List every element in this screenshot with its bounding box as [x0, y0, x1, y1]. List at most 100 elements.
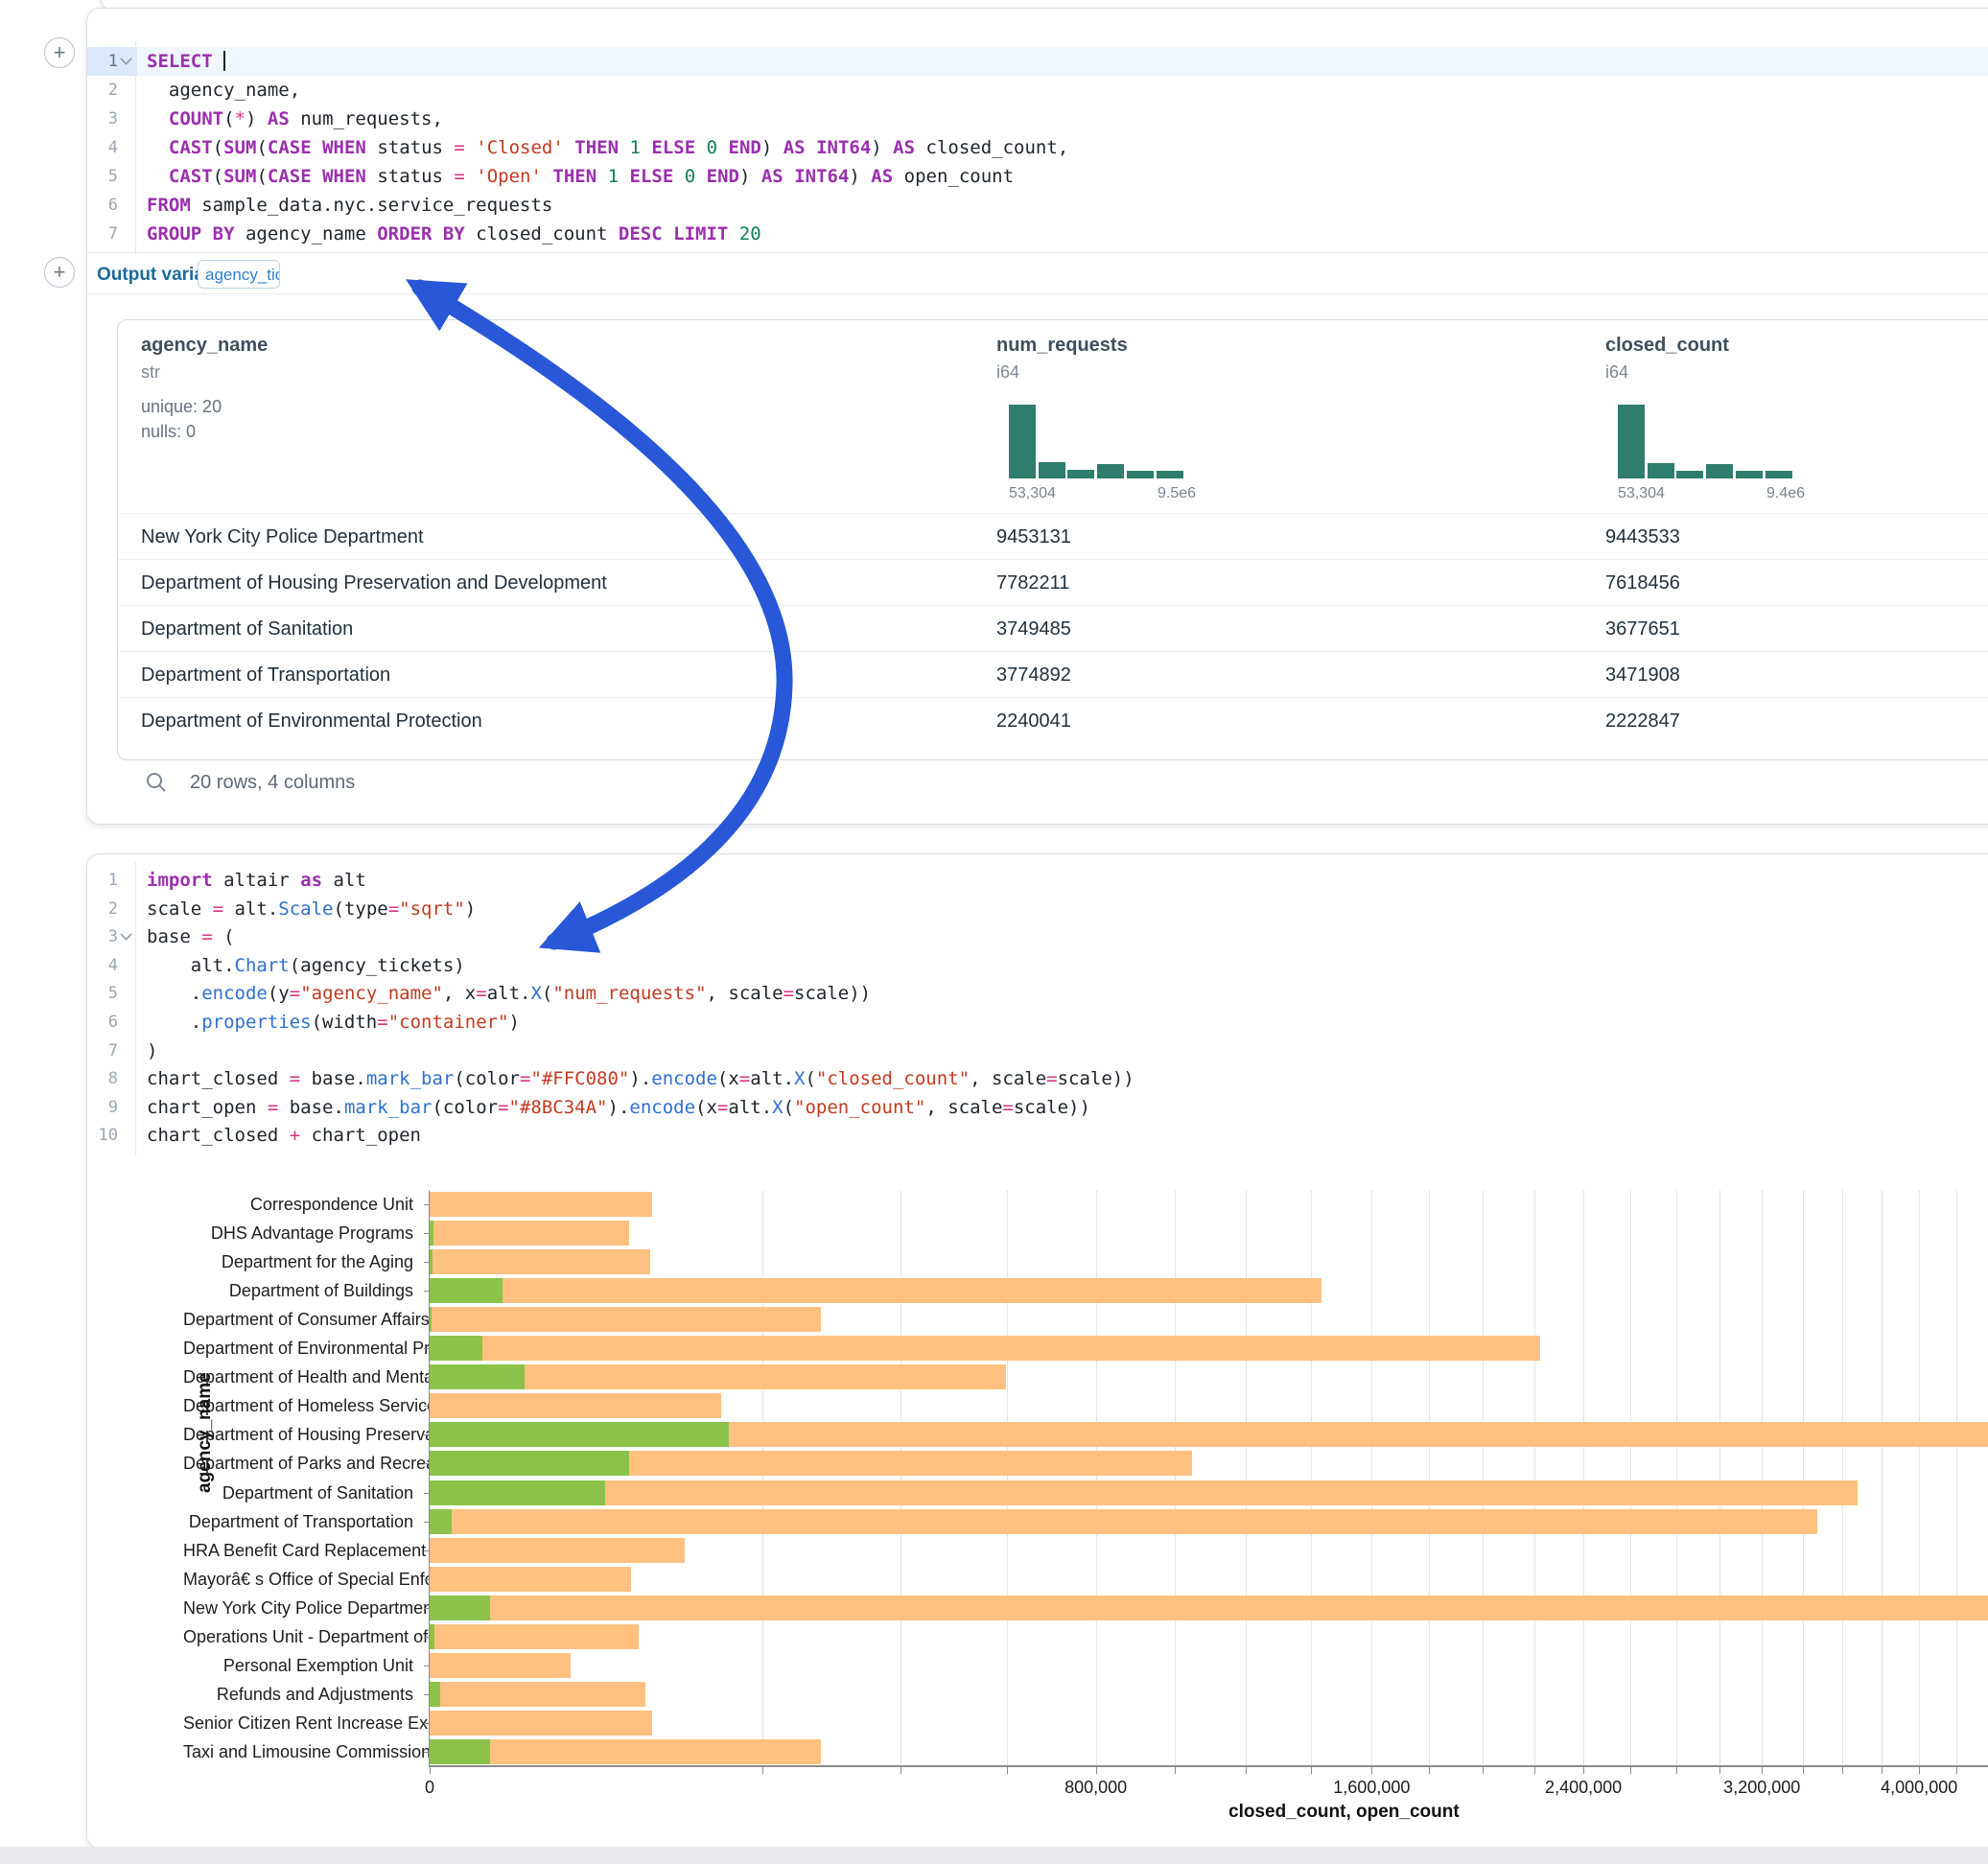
code-line[interactable]: 9chart_open = base.mark_bar(color="#8BC3…: [87, 1093, 1988, 1122]
line-number: 3: [87, 105, 124, 133]
line-number: 10: [87, 1121, 124, 1150]
x-axis-tick: [1956, 1767, 1957, 1774]
code-line[interactable]: 6 FROM sample_data.nyc.service_requests: [87, 191, 1988, 220]
cell-num-requests: 7782211: [996, 560, 1069, 606]
code-line[interactable]: 5 CAST(SUM(CASE WHEN status = 'Open' THE…: [87, 162, 1988, 191]
y-axis-label: Personal Exemption Unit: [183, 1656, 413, 1676]
table-row[interactable]: Department of Sanitation37494853677651: [118, 605, 1988, 652]
code-line[interactable]: 4 alt.Chart(agency_tickets): [87, 951, 1988, 980]
sql-code-editor[interactable]: 1SELECT 2 agency_name,3 COUNT(*) AS num_…: [87, 47, 1988, 248]
code-line[interactable]: 5 .encode(y="agency_name", x=alt.X("num_…: [87, 979, 1988, 1008]
column-type-closed-count: i64: [1605, 362, 1628, 383]
line-number: 4: [87, 951, 124, 980]
bar-closed_count: [430, 1249, 650, 1274]
table-row[interactable]: Department of Housing Preservation and D…: [118, 559, 1988, 606]
code-text: GROUP BY agency_name ORDER BY closed_cou…: [147, 220, 761, 248]
column-header-num-requests[interactable]: num_requests: [996, 335, 1128, 357]
line-number: 7: [87, 1037, 124, 1065]
cell-closed-count: 3471908: [1605, 652, 1680, 698]
line-number: 2: [87, 895, 124, 923]
histogram-num-requests: [1009, 405, 1185, 478]
cell-agency-name: Department of Housing Preservation and D…: [141, 560, 607, 606]
column-header-agency-name[interactable]: agency_name: [141, 335, 268, 357]
y-axis-label: New York City Police Department: [183, 1598, 413, 1619]
chart-plot-area: [430, 1190, 1988, 1766]
cell-num-requests: 3749485: [996, 606, 1071, 652]
cell-num-requests: 9453131: [996, 514, 1071, 560]
code-line[interactable]: 1import altair as alt: [87, 866, 1988, 895]
output-variable-chip[interactable]: agency_tickets: [198, 260, 280, 289]
add-cell-button-top[interactable]: +: [44, 37, 75, 68]
histogram-max-label: 9.5e6: [1158, 485, 1196, 502]
x-axis-tick-label: 3,200,000: [1723, 1778, 1800, 1798]
table-row[interactable]: Department of Transportation377489234719…: [118, 651, 1988, 698]
divider: [87, 252, 1988, 253]
python-code-editor[interactable]: 1import altair as alt2 scale = alt.Scale(…: [87, 866, 1988, 1150]
code-line[interactable]: 4 CAST(SUM(CASE WHEN status = 'Closed' T…: [87, 133, 1988, 162]
line-number: 5: [87, 979, 124, 1008]
code-line[interactable]: 6 .properties(width="container"): [87, 1008, 1988, 1037]
code-text: agency_name,: [147, 76, 300, 105]
y-axis-label: Department of Consumer Affairs: [183, 1310, 413, 1330]
gridline: [1175, 1190, 1176, 1766]
x-axis-tick: [430, 1767, 431, 1774]
code-line[interactable]: 7): [87, 1037, 1988, 1065]
histogram-bar: [1706, 464, 1733, 478]
y-axis-label: DHS Advantage Programs: [183, 1223, 413, 1244]
code-text: scale = alt.Scale(type="sqrt"): [147, 895, 476, 923]
code-line[interactable]: 1SELECT: [87, 47, 1988, 76]
table-row[interactable]: Department of Environmental Protection22…: [118, 697, 1988, 744]
column-header-closed-count[interactable]: closed_count: [1605, 335, 1729, 357]
code-line[interactable]: 3base = (: [87, 922, 1988, 951]
gridline: [1007, 1190, 1008, 1766]
histogram-bar: [1676, 471, 1703, 478]
search-icon[interactable]: [145, 771, 168, 794]
gridline: [1803, 1190, 1804, 1766]
code-line[interactable]: 2 scale = alt.Scale(type="sqrt"): [87, 895, 1988, 923]
bar-open_count: [430, 1480, 605, 1505]
y-axis-label: Department of Transportation: [183, 1512, 413, 1532]
x-axis-domain: [429, 1765, 1988, 1767]
bar-closed_count: [430, 1192, 652, 1217]
line-number: 3: [87, 922, 137, 951]
x-axis-tick: [1429, 1767, 1430, 1774]
y-axis-label: Department of Parks and Recreation: [183, 1454, 413, 1474]
y-axis-label: Department of Housing Preservation …: [183, 1425, 413, 1445]
code-line[interactable]: 8chart_closed = base.mark_bar(color="#FF…: [87, 1064, 1988, 1093]
bar-closed_count: [430, 1336, 1540, 1361]
x-axis-tick-label: 0: [425, 1778, 434, 1798]
table-row[interactable]: New York City Police Department945313194…: [118, 513, 1988, 560]
gridline: [1919, 1190, 1920, 1766]
y-axis-label: Department of Homeless Services: [183, 1396, 413, 1416]
x-axis-tick: [1630, 1767, 1631, 1774]
dataframe-preview: agency_name str unique: 20 nulls: 0 num_…: [117, 319, 1988, 760]
bar-closed_count: [430, 1480, 1858, 1505]
code-line[interactable]: 2 agency_name,: [87, 76, 1988, 105]
code-text: SELECT: [147, 47, 225, 76]
code-text: chart_open = base.mark_bar(color="#8BC34…: [147, 1093, 1090, 1122]
code-text: CAST(SUM(CASE WHEN status = 'Closed' THE…: [147, 133, 1068, 162]
bar-open_count: [430, 1451, 629, 1476]
code-line[interactable]: 10 chart_closed + chart_open: [87, 1121, 1988, 1150]
gridline: [1630, 1190, 1631, 1766]
gridline: [1719, 1190, 1720, 1766]
bar-open_count: [430, 1307, 432, 1332]
histogram-bar: [1736, 471, 1763, 478]
cell-closed-count: 9443533: [1605, 514, 1680, 560]
fold-chevron-icon[interactable]: [120, 928, 131, 940]
line-number: 6: [87, 191, 124, 220]
bar-closed_count: [430, 1278, 1321, 1303]
x-axis-tick-label: 800,000: [1064, 1778, 1127, 1798]
x-axis-tick: [1483, 1767, 1484, 1774]
code-text: FROM sample_data.nyc.service_requests: [147, 191, 552, 220]
code-text: CAST(SUM(CASE WHEN status = 'Open' THEN …: [147, 162, 1014, 191]
code-line[interactable]: 3 COUNT(*) AS num_requests,: [87, 105, 1988, 133]
x-axis-tick: [1175, 1767, 1176, 1774]
fold-chevron-icon[interactable]: [120, 53, 131, 64]
code-text: chart_closed + chart_open: [147, 1121, 421, 1150]
column-meta-nulls: nulls: 0: [141, 422, 196, 442]
cell-num-requests: 3774892: [996, 652, 1071, 698]
x-axis-tick: [1676, 1767, 1677, 1774]
code-line[interactable]: 7GROUP BY agency_name ORDER BY closed_co…: [87, 220, 1988, 248]
add-cell-button-middle[interactable]: +: [44, 257, 75, 288]
